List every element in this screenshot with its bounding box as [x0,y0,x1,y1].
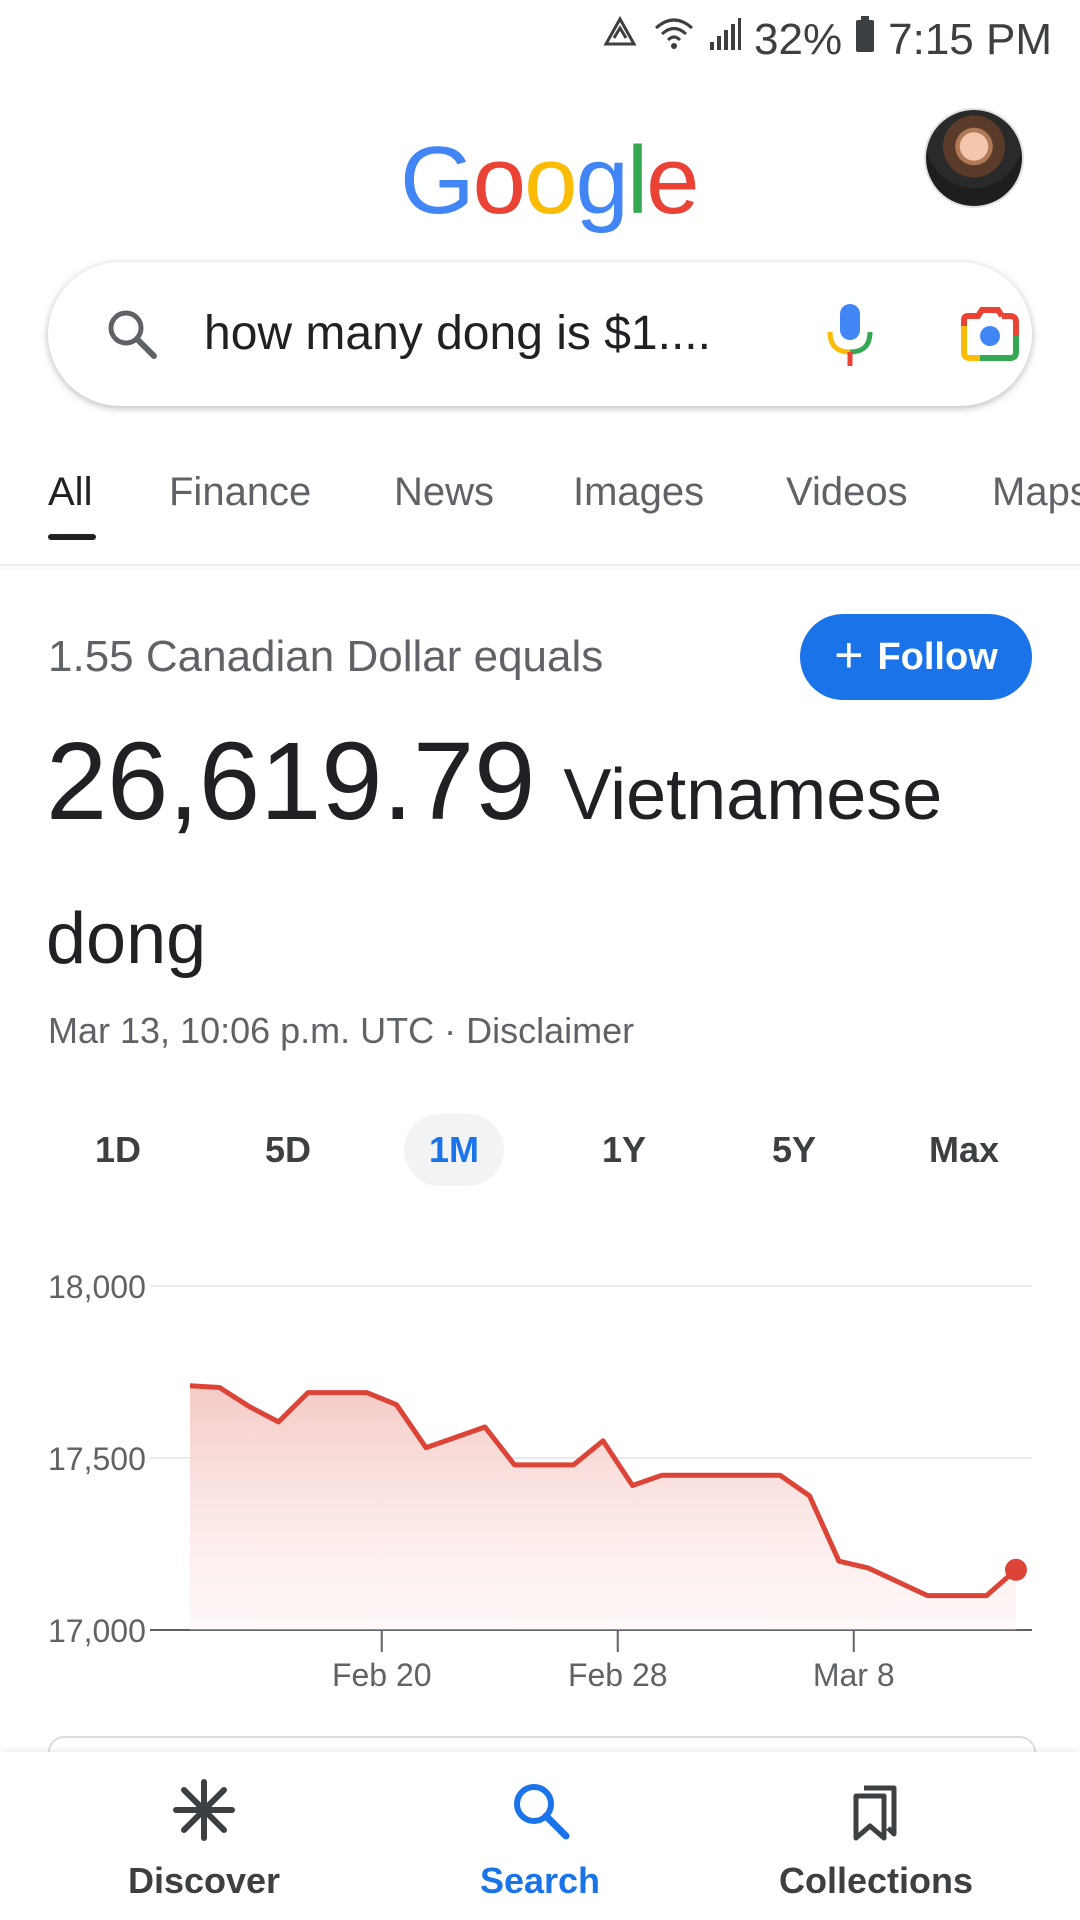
avatar[interactable] [924,108,1024,208]
search-input[interactable]: how many dong is $1.... [204,306,764,361]
data-point [837,1559,841,1563]
search-icon [514,1784,570,1840]
data-point [424,1446,428,1450]
follow-button[interactable]: + Follow [800,614,1032,700]
exchange-rate-chart[interactable]: 18,000 17,500 17,000 Feb 20 Feb 28 Mar 8 [0,1240,1080,1700]
data-saver-icon [600,14,640,65]
tab-videos[interactable]: Videos [786,470,908,515]
area-fill [190,1385,1016,1630]
data-point [188,1384,192,1388]
data-point [306,1391,310,1395]
range-1d[interactable]: 1D [68,1114,168,1186]
tab-maps[interactable]: Maps [992,470,1080,515]
data-point [867,1566,871,1570]
nav-discover[interactable]: Discover [54,1778,354,1902]
data-point [690,1473,694,1477]
nav-search[interactable]: Search [390,1778,690,1902]
range-max[interactable]: Max [914,1114,1014,1186]
wifi-icon [652,14,696,65]
logo-letter: G [400,127,475,234]
data-point [218,1385,222,1389]
data-point [660,1473,664,1477]
bottom-navigation: Discover Search Collections [0,1752,1080,1920]
logo-letter: l [626,127,648,234]
tab-news[interactable]: News [394,470,494,515]
data-point [749,1473,753,1477]
conversion-result: 26,619.79 Vietnamese [46,718,942,845]
data-point [513,1463,517,1467]
range-1m[interactable]: 1M [404,1114,504,1186]
y-tick-label: 18,000 [48,1269,146,1305]
range-5d[interactable]: 5D [238,1114,338,1186]
search-bar[interactable]: how many dong is $1.... [48,262,1032,406]
tabs-divider [0,564,1080,566]
data-point [926,1594,930,1598]
converted-value: 26,619.79 [46,720,536,843]
asterisk-icon [173,1779,235,1841]
data-point [336,1391,340,1395]
search-tabs: All Finance News Images Videos Maps [48,470,1080,540]
data-point [483,1425,487,1429]
follow-label: Follow [877,635,998,678]
data-point [719,1473,723,1477]
data-point [896,1580,900,1584]
y-tick-label: 17,500 [48,1441,146,1477]
data-point [955,1594,959,1598]
data-point [454,1435,458,1439]
data-point [365,1391,369,1395]
data-point [601,1439,605,1443]
battery-icon [854,14,876,65]
signal-icon [708,14,742,65]
battery-percent: 32% [754,14,843,64]
nav-discover-label: Discover [127,1860,281,1901]
logo-letter: o [472,127,526,234]
conversion-source: 1.55 Canadian Dollar equals [48,632,604,681]
bookmarks-icon [853,1785,897,1841]
data-point [395,1403,399,1407]
tab-images[interactable]: Images [573,470,704,515]
range-5y[interactable]: 5Y [744,1114,844,1186]
nav-collections[interactable]: Collections [726,1778,1026,1902]
logo-letter: e [646,127,699,234]
camera-lens-icon[interactable] [958,306,1022,364]
tab-finance[interactable]: Finance [169,470,311,515]
plus-icon: + [834,627,864,683]
clock: 7:15 PM [888,14,1052,64]
range-selector: 1D 5D 1M 1Y 5Y Max [48,1114,1032,1186]
data-point [247,1404,251,1408]
google-logo: Google [400,126,700,236]
search-icon[interactable] [104,306,160,362]
logo-letter: g [575,127,628,234]
data-point [277,1420,281,1424]
status-bar: 32% 7:15 PM [0,0,1080,76]
active-tab-indicator [48,534,96,540]
data-point [572,1463,576,1467]
range-1y[interactable]: 1Y [574,1114,674,1186]
data-point [778,1473,782,1477]
x-tick-label: Mar 8 [813,1657,895,1693]
tab-all[interactable]: All [48,470,92,515]
current-value-marker [1005,1558,1027,1581]
y-tick-label: 17,000 [48,1613,146,1649]
nav-search-label: Search [479,1860,601,1901]
data-point [542,1463,546,1467]
x-tick-label: Feb 20 [332,1657,432,1693]
logo-letter: o [524,127,577,234]
nav-collections-label: Collections [778,1860,974,1901]
data-point [985,1594,989,1598]
rate-timestamp[interactable]: Mar 13, 10:06 p.m. UTC · Disclaimer [48,1010,634,1052]
x-tick-label: Feb 28 [568,1657,668,1693]
currency-name-continued: dong [46,899,207,979]
microphone-icon[interactable] [822,302,878,370]
data-point [631,1484,635,1488]
data-point [808,1494,812,1498]
currency-name: Vietnamese [563,755,943,835]
